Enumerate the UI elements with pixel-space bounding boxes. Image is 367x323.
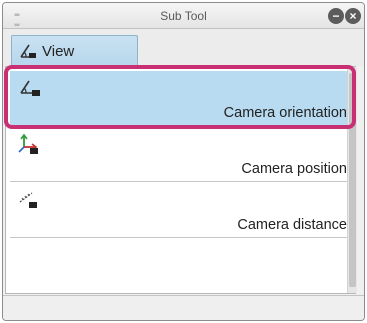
- camera-distance-icon: [19, 192, 37, 208]
- panel-footer: [3, 295, 364, 320]
- panel-titlebar[interactable]: ▪▪ ▪▪ Sub Tool − ×: [3, 3, 364, 31]
- tool-camera-position[interactable]: Camera position: [10, 127, 351, 182]
- tab-view[interactable]: View: [11, 35, 138, 66]
- tab-view-label: View: [42, 43, 75, 60]
- minimize-icon[interactable]: −: [328, 8, 344, 24]
- selection-highlight-frame: [4, 65, 356, 129]
- panel-title: Sub Tool: [160, 9, 207, 23]
- view-angle-icon: [20, 44, 36, 58]
- tab-bar: View: [3, 29, 364, 66]
- close-icon[interactable]: ×: [345, 8, 361, 24]
- sub-tool-panel: ▪▪ ▪▪ Sub Tool − × View Camera orientatio…: [2, 2, 365, 321]
- camera-position-icon: [18, 133, 38, 154]
- tool-camera-distance[interactable]: Camera distance: [10, 183, 351, 238]
- tool-label: Camera position: [241, 161, 347, 177]
- tool-label: Camera distance: [237, 217, 347, 233]
